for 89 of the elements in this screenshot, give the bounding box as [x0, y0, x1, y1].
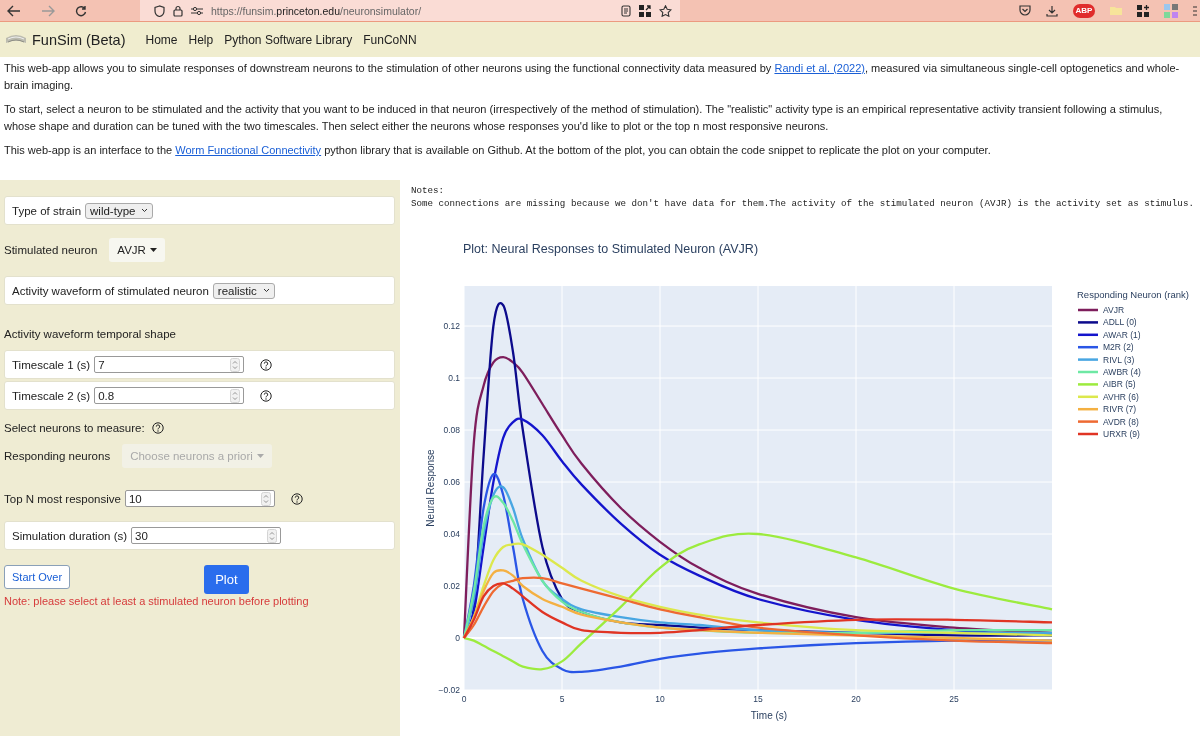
y-axis-title: Neural Response — [425, 449, 436, 527]
intro-paragraph: This web-app allows you to simulate responses of downstream neurons to the stimulation of other neurons using the functional connectivity data measured by Randi et al. (2022), measured via simultaneous single-cell optogenetics and whole-brain imaging. — [4, 61, 1181, 93]
pocket-icon[interactable] — [1019, 5, 1031, 16]
legend-title: Responding Neuron (rank) — [1077, 289, 1189, 300]
caret-icon — [256, 454, 264, 458]
field-label: Timescale 2 (s) — [12, 389, 91, 402]
shield-icon[interactable] — [154, 4, 165, 17]
reference-link[interactable]: Randi et al. (2022) — [774, 62, 865, 74]
nav-link[interactable]: Help — [188, 32, 214, 47]
dropdown-button[interactable]: AVJR — [109, 238, 165, 262]
number-field[interactable]: 0.8 — [94, 387, 245, 404]
field-label: Select neurons to measure: — [4, 422, 145, 434]
field-label: Activity waveform temporal shape — [4, 328, 176, 340]
help-icon[interactable] — [260, 358, 273, 371]
nav-link[interactable]: FunCoNN — [363, 32, 417, 47]
intro-paragraph: This web-app is an interface to the Worm Functional Connectivity python library that is available on Github. At the bottom of the plot, you can obtain the code snippet to replicate the plot on your computer. — [4, 143, 992, 158]
x-tick-label: 15 — [753, 694, 763, 704]
caret-icon — [149, 248, 157, 252]
grid-icon[interactable] — [638, 4, 651, 17]
x-tick-label: 0 — [461, 694, 467, 704]
back-icon[interactable] — [7, 4, 21, 17]
notes-text: Some connections are missing because we don't have data for them.The activity of the stimulated neuron (AVJR) is the activity set as stimulus. — [411, 197, 1195, 210]
plot-button[interactable]: Plot — [204, 565, 249, 594]
extensions-icon[interactable] — [1164, 3, 1178, 18]
select-dropdown[interactable]: realistic — [212, 282, 275, 299]
sliders-icon[interactable] — [191, 5, 203, 16]
number-field[interactable]: 10 — [124, 490, 275, 507]
legend-label[interactable]: RIVR (7) — [1103, 404, 1137, 415]
field-label: Responding neurons — [4, 450, 111, 462]
reader-icon[interactable] — [620, 4, 631, 17]
field-label: Top N most responsive — [4, 492, 121, 505]
y-tick-label: 0.04 — [443, 529, 460, 539]
spinner-icon — [267, 528, 278, 543]
help-icon[interactable] — [151, 422, 164, 434]
legend-label[interactable]: AVDR (8) — [1103, 416, 1139, 427]
x-tick-label: 20 — [851, 694, 861, 704]
star-icon[interactable] — [658, 4, 672, 17]
y-tick-label: 0.02 — [443, 581, 460, 591]
legend-label[interactable]: RIVL (3) — [1103, 354, 1135, 365]
legend-label[interactable]: AVJR — [1103, 305, 1125, 315]
field-label: Activity waveform of stimulated neuron — [12, 284, 209, 297]
brand-link[interactable]: FunSim (Beta) — [32, 31, 126, 48]
notes-heading: Notes: — [411, 184, 446, 197]
x-tick-label: 5 — [559, 694, 565, 704]
reload-icon[interactable] — [75, 4, 87, 17]
url-text[interactable]: https://funsim.princeton.edu/neuronsimulator/ — [211, 4, 422, 17]
legend-label[interactable]: AWAR (1) — [1103, 329, 1141, 340]
field-label: Stimulated neuron — [4, 244, 98, 256]
spinner-icon — [230, 388, 241, 403]
y-tick-label: 0.08 — [443, 425, 460, 436]
select-dropdown[interactable]: wild-type — [85, 202, 154, 219]
x-axis-title: Time (s) — [750, 710, 788, 721]
field-label: Simulation duration (s) — [12, 529, 128, 542]
y-tick-label: −0.02 — [438, 685, 460, 695]
y-tick-label: 0.06 — [443, 477, 460, 487]
download-icon[interactable] — [1046, 4, 1058, 17]
spinner-icon — [260, 491, 271, 506]
chevron-icon — [262, 288, 270, 293]
x-tick-label: 10 — [655, 694, 665, 704]
help-icon[interactable] — [290, 492, 303, 505]
field-label: Type of strain — [12, 204, 82, 217]
legend-label[interactable]: AWBR (4) — [1103, 367, 1141, 377]
start-over-button[interactable]: Start Over — [4, 565, 71, 589]
nav-link[interactable]: Python Software Library — [224, 32, 353, 47]
legend-label[interactable]: URXR (9) — [1103, 429, 1140, 439]
number-field[interactable]: 30 — [131, 527, 282, 544]
grid-plus-icon[interactable] — [1137, 4, 1149, 17]
chart-title: Plot: Neural Responses to Stimulated Neuron (AVJR) — [463, 242, 759, 256]
number-field[interactable]: 7 — [94, 356, 245, 373]
help-icon[interactable] — [260, 389, 273, 402]
y-tick-label: 0 — [455, 633, 460, 643]
y-tick-label: 0.12 — [443, 321, 460, 332]
chevron-icon — [141, 208, 149, 213]
legend-label[interactable]: M2R (2) — [1103, 342, 1134, 353]
legend-label[interactable]: AIBR (5) — [1103, 379, 1136, 390]
spinner-icon — [230, 357, 241, 372]
extension-badge[interactable]: ABP — [1073, 3, 1095, 18]
y-tick-label: 0.1 — [448, 373, 460, 384]
x-tick-label: 25 — [949, 694, 959, 704]
address-bar[interactable]: https://funsim.princeton.edu/neuronsimulator/ — [140, 0, 680, 21]
lock-icon[interactable] — [173, 4, 183, 17]
warning-text: Note: please select at least a stimulated neuron before plotting — [4, 595, 310, 607]
reference-link[interactable]: Worm Functional Connectivity — [175, 144, 322, 156]
field-label: Timescale 1 (s) — [12, 358, 91, 371]
menu-icon[interactable] — [1193, 5, 1197, 16]
intro-paragraph: To start, select a neuron to be stimulated and the activity that you want to be induced in that neuron (irrespectively of the method of stimulation). The "realistic" activity type is an empirical representative activity transient following a stimulus, whose shape and duration can be tuned with the two timescales. Then select either the neurons whose responses you'd like to plot or the top n most responsive neurons. — [4, 102, 1164, 134]
legend-label[interactable]: ADLL (0) — [1103, 317, 1137, 328]
legend-label[interactable]: AVHR (6) — [1103, 391, 1139, 402]
nav-link[interactable]: Home — [145, 32, 178, 47]
